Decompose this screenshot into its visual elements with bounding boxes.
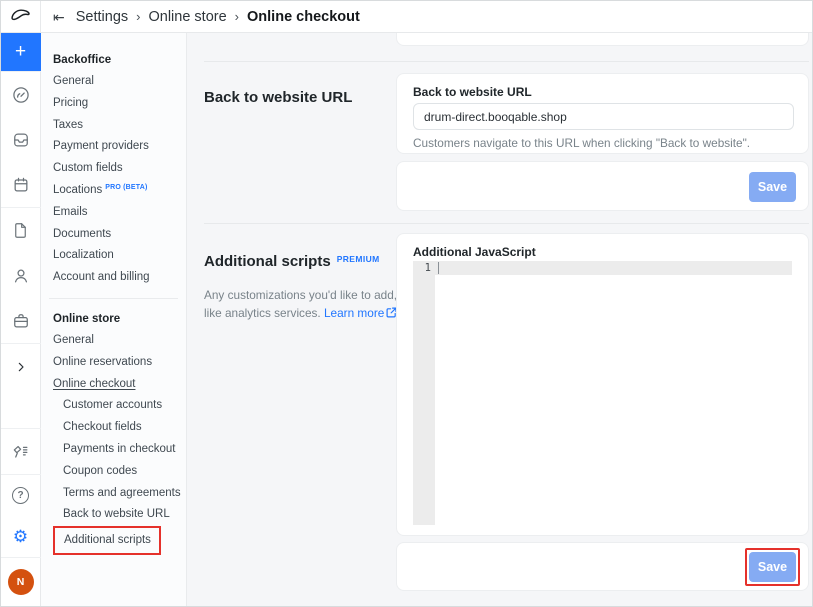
settings-nav-active[interactable]: ⚙: [1, 516, 41, 557]
breadcrumb-online-checkout: Online checkout: [247, 9, 360, 25]
calendar-nav[interactable]: [1, 162, 41, 207]
red-highlight-box: Save: [745, 548, 800, 586]
additional-scripts-description: Any customizations you'd like to add, li…: [204, 287, 402, 323]
expand-rail-button[interactable]: [1, 344, 41, 389]
dashboard-nav[interactable]: [1, 72, 41, 117]
calendar-icon: [11, 175, 31, 195]
gear-icon: ⚙: [13, 528, 28, 545]
customers-nav[interactable]: [1, 253, 41, 298]
sidebar-item-coupon-codes[interactable]: Coupon codes: [41, 461, 186, 483]
document-icon: [11, 221, 30, 240]
sidebar-item-label: Additional scripts: [64, 534, 151, 546]
gauge-icon: [11, 85, 31, 105]
sidebar-item-back-to-website-url[interactable]: Back to website URL: [41, 504, 186, 526]
learn-more-link[interactable]: Learn more: [324, 306, 384, 320]
previous-section-card-bottom: [396, 33, 809, 46]
breadcrumb: Settings › Online store › Online checkou…: [76, 9, 360, 25]
editor-line-number-gutter: [413, 261, 435, 525]
red-highlight-box: Additional scripts: [53, 526, 161, 555]
breadcrumb-separator-icon: ›: [136, 9, 140, 24]
sidebar-item-localization[interactable]: Localization: [41, 245, 186, 267]
breadcrumb-online-store[interactable]: Online store: [148, 9, 226, 25]
premium-badge: PREMIUM: [337, 254, 380, 264]
settings-sidebar: Backoffice General Pricing Taxes Payment…: [41, 33, 187, 606]
avatar-area: N: [1, 558, 41, 606]
sidebar-item-taxes[interactable]: Taxes: [41, 115, 186, 137]
back-to-website-url-label: Back to website URL: [413, 85, 532, 99]
user-icon: [11, 266, 31, 286]
top-bar: ⇤ Settings › Online store › Online check…: [1, 1, 812, 33]
additional-javascript-label: Additional JavaScript: [413, 245, 536, 259]
sidebar-item-checkout-fields[interactable]: Checkout fields: [41, 417, 186, 439]
barcode-scanner-icon: [11, 442, 31, 462]
sidebar-section-online-store: Online store: [41, 308, 186, 330]
additional-scripts-footer-card: Save: [396, 542, 809, 591]
product-box-icon: [11, 311, 31, 331]
sidebar-section-backoffice: Backoffice: [41, 49, 186, 71]
sidebar-item-documents[interactable]: Documents: [41, 224, 186, 246]
documents-nav[interactable]: [1, 208, 41, 253]
sidebar-item-locations[interactable]: LocationsPRO (BETA): [41, 180, 186, 202]
javascript-code-editor[interactable]: 1: [413, 261, 792, 525]
inbox-nav[interactable]: [1, 117, 41, 162]
sidebar-item-label: Locations: [53, 184, 102, 196]
sidebar-item-account-and-billing[interactable]: Account and billing: [41, 267, 186, 289]
booqable-logo[interactable]: [1, 1, 41, 32]
sidebar-item-terms-and-agreements[interactable]: Terms and agreements: [41, 483, 186, 505]
section-title-text: Additional scripts: [204, 253, 331, 270]
user-avatar[interactable]: N: [8, 569, 34, 595]
app-window: ⇤ Settings › Online store › Online check…: [0, 0, 813, 607]
help-nav[interactable]: ?: [1, 475, 41, 516]
sidebar-item-additional-scripts[interactable]: Additional scripts: [41, 526, 186, 552]
booqable-logo-icon: [9, 5, 32, 28]
sidebar-item-online-reservations[interactable]: Online reservations: [41, 352, 186, 374]
sidebar-item-payment-providers[interactable]: Payment providers: [41, 136, 186, 158]
back-to-website-url-helper: Customers navigate to this URL when clic…: [413, 136, 750, 150]
sidebar-item-payments-in-checkout[interactable]: Payments in checkout: [41, 439, 186, 461]
barcode-scanner-nav[interactable]: [1, 429, 41, 474]
additional-javascript-card: Additional JavaScript 1: [396, 233, 809, 536]
sidebar-item-general[interactable]: General: [41, 71, 186, 93]
app-icon-rail: +: [1, 33, 41, 606]
section-divider: [204, 223, 809, 224]
sidebar-divider: [49, 298, 178, 299]
sidebar-item-online-checkout[interactable]: Online checkout: [41, 374, 186, 396]
inbox-tray-icon: [11, 130, 31, 150]
sidebar-item-custom-fields[interactable]: Custom fields: [41, 158, 186, 180]
sidebar-item-customer-accounts[interactable]: Customer accounts: [41, 395, 186, 417]
sidebar-item-pricing[interactable]: Pricing: [41, 93, 186, 115]
settings-content: Back to website URL Back to website URL …: [187, 33, 812, 606]
collapse-sidebar-icon[interactable]: ⇤: [53, 10, 65, 24]
breadcrumb-settings[interactable]: Settings: [76, 9, 128, 25]
section-divider: [204, 61, 809, 62]
sidebar-item-emails[interactable]: Emails: [41, 202, 186, 224]
help-icon: ?: [12, 487, 29, 504]
breadcrumb-separator-icon: ›: [235, 9, 239, 24]
editor-active-line: [413, 261, 792, 275]
section-title-back-to-website-url: Back to website URL: [204, 89, 352, 106]
editor-text-cursor: [438, 262, 439, 274]
section-title-additional-scripts: Additional scripts PREMIUM: [204, 253, 380, 270]
back-to-website-url-card: Back to website URL Customers navigate t…: [396, 73, 809, 154]
pro-beta-badge: PRO (BETA): [105, 184, 147, 191]
plus-icon: +: [15, 41, 26, 63]
products-nav[interactable]: [1, 298, 41, 343]
add-new-button[interactable]: +: [1, 33, 41, 71]
sidebar-item-online-general[interactable]: General: [41, 330, 186, 352]
editor-line-number: 1: [413, 262, 431, 274]
back-to-website-url-input[interactable]: [413, 103, 794, 130]
back-to-website-url-footer-card: Save: [396, 161, 809, 211]
save-button[interactable]: Save: [749, 172, 796, 202]
save-button[interactable]: Save: [749, 552, 796, 582]
chevron-right-icon: [13, 359, 29, 375]
